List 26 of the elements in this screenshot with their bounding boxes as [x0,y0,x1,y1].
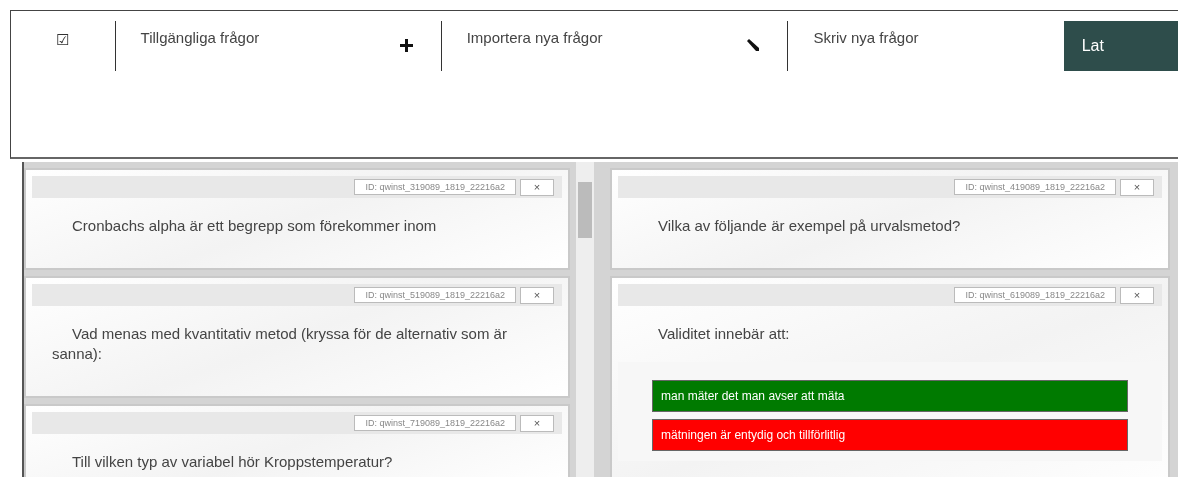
close-button[interactable]: × [520,286,554,304]
question-text: Vilka av följande är exempel på urvalsmetod? [657,216,962,236]
dark-button[interactable]: Lat [1063,21,1178,71]
pencil-icon[interactable] [747,39,760,51]
close-button[interactable]: × [520,178,554,196]
question-text: Cronbachs alpha är ett begrepp som förekommer inom [71,216,438,236]
question-id: ID: qwinst_519089_1819_22216a2 [354,287,516,303]
toolbar-link[interactable]: Skriv nya frågor [813,29,919,46]
question-text: Vad menas med kvantitativ metod (kryssa för de alternativ som är sanna): [51,324,508,364]
question-id: ID: qwinst_619089_1819_22216a2 [954,287,1116,303]
scroll-thumb[interactable] [578,182,592,238]
toolbar-link[interactable]: Tillgängliga frågor [140,29,260,46]
answer-option[interactable]: man mäter det man avser att mäta [652,379,1128,412]
scrollbar[interactable] [576,162,594,477]
plus-icon[interactable] [399,39,413,52]
answer-option[interactable]: mätningen är entydig och tillförlitlig [652,418,1128,451]
question-text: Validitet innebär att: [657,324,791,344]
close-button[interactable]: × [1120,178,1154,196]
checkbox-icon[interactable]: ☑ [11,21,115,81]
question-id: ID: qwinst_419089_1819_22216a2 [954,179,1116,195]
question-text: Till vilken typ av variabel hör Kroppstemperatur? [71,452,394,472]
close-button[interactable]: × [1120,286,1154,304]
toolbar-link[interactable]: Importera nya frågor [466,29,603,46]
close-button[interactable]: × [520,414,554,432]
question-id: ID: qwinst_719089_1819_22216a2 [354,415,516,431]
question-id: ID: qwinst_319089_1819_22216a2 [354,179,516,195]
